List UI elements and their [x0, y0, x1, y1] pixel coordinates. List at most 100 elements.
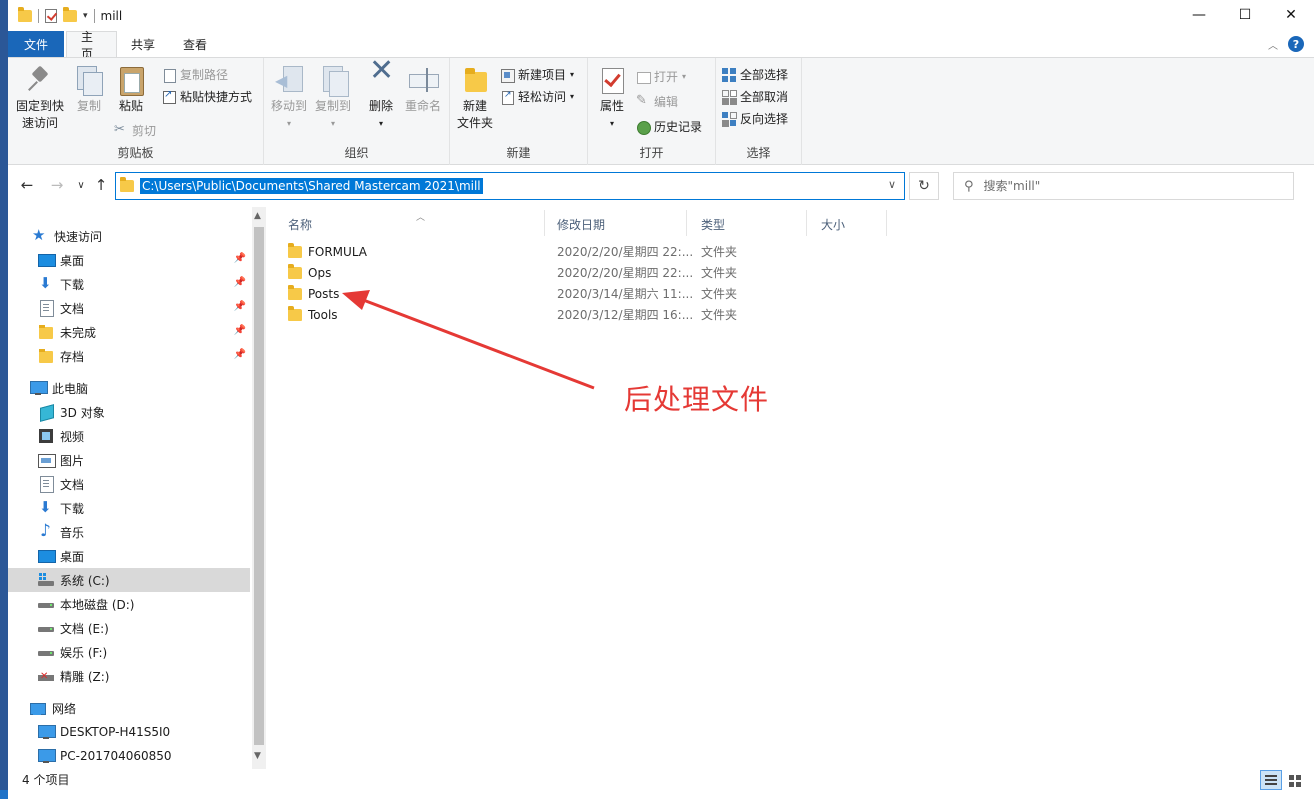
nav-qa-desktop[interactable]: 桌面 📌 — [38, 248, 250, 272]
nav-pc-music[interactable]: 音乐 — [38, 520, 250, 544]
nav-pc-downloads[interactable]: 下载 — [38, 496, 250, 520]
pin-icon[interactable]: 📌 — [234, 301, 246, 312]
tab-file[interactable]: 文件 — [8, 31, 64, 57]
paste-shortcut-label: 粘贴快捷方式 — [180, 90, 253, 104]
column-header-type[interactable]: 类型 — [689, 212, 807, 236]
minimize-ribbon-icon[interactable]: ︿ — [1268, 37, 1278, 52]
pin-icon[interactable]: 📌 — [234, 253, 246, 264]
pin-icon[interactable]: 📌 — [234, 325, 246, 336]
details-view-icon[interactable] — [1260, 770, 1282, 790]
properties-label: 属性 — [599, 99, 624, 113]
paste-shortcut-button[interactable]: 粘贴快捷方式 — [162, 88, 252, 105]
folder-icon — [38, 324, 54, 340]
navigation-bar: ← → ∨ ↑ C:\Users\Public\Documents\Shared… — [8, 166, 1314, 206]
back-button[interactable]: ← — [16, 174, 38, 196]
table-row[interactable]: Posts 2020/3/14/星期六 11:... 文件夹 — [288, 283, 758, 304]
edit-label: 编辑 — [654, 95, 679, 109]
table-row[interactable]: Tools 2020/3/12/星期四 16:... 文件夹 — [288, 304, 758, 325]
properties-button[interactable]: 属性 ▾ — [592, 64, 632, 132]
nav-pc-drive-z[interactable]: 精雕 (Z:) — [38, 664, 250, 688]
help-icon[interactable]: ? — [1288, 36, 1304, 52]
delete-button[interactable]: 删除 ▾ — [364, 62, 398, 132]
scroll-up-icon[interactable]: ▲ — [254, 211, 261, 221]
pin-quick-access-button[interactable]: 固定到快 速访问 — [14, 64, 66, 132]
move-to-icon — [273, 64, 305, 96]
tab-home[interactable]: 主页 — [66, 30, 117, 61]
column-divider[interactable] — [886, 210, 887, 236]
maximize-button[interactable]: ☐ — [1222, 0, 1268, 30]
copy-path-button[interactable]: 复制路径 — [162, 66, 228, 83]
paste-button[interactable]: 粘贴 — [112, 64, 150, 115]
column-header-name[interactable]: 名称 ︿ — [276, 212, 534, 236]
nav-pc-videos[interactable]: 视频 — [38, 424, 250, 448]
nav-qa-archive[interactable]: 存档 📌 — [38, 344, 250, 368]
nav-pc-drive-f[interactable]: 娱乐 (F:) — [38, 640, 250, 664]
search-input[interactable] — [983, 179, 1264, 193]
scroll-down-icon[interactable]: ▼ — [254, 751, 261, 761]
cut-button[interactable]: 剪切 — [114, 122, 156, 139]
nav-pc-drive-e[interactable]: 文档 (E:) — [38, 616, 250, 640]
address-bar[interactable]: C:\Users\Public\Documents\Shared Masterc… — [115, 172, 905, 200]
rename-label: 重命名 — [404, 99, 441, 113]
pin-icon[interactable]: 📌 — [234, 277, 246, 288]
document-icon — [38, 476, 54, 493]
open-button[interactable]: 打开 ▾ — [636, 68, 686, 85]
forward-button[interactable]: → — [46, 174, 68, 196]
large-icons-view-icon[interactable] — [1284, 770, 1306, 790]
easy-access-button[interactable]: 轻松访问 ▾ — [500, 88, 574, 105]
nav-pc-3d-objects[interactable]: 3D 对象 — [38, 400, 250, 424]
nav-network[interactable]: 网络 — [30, 696, 272, 720]
table-row[interactable]: Ops 2020/2/20/星期四 22:... 文件夹 — [288, 262, 758, 283]
copy-to-icon — [317, 64, 349, 97]
edit-button[interactable]: 编辑 — [636, 93, 678, 110]
nav-network-pc[interactable]: PC-201704060850 — [38, 744, 250, 768]
tab-view[interactable]: 查看 — [169, 31, 221, 57]
chevron-down-icon[interactable]: ∨ — [888, 178, 896, 191]
nav-label: 3D 对象 — [60, 405, 105, 420]
new-folder-icon[interactable] — [63, 6, 77, 22]
refresh-button[interactable]: ↻ — [909, 172, 939, 200]
close-button[interactable]: ✕ — [1268, 0, 1314, 30]
new-folder-button[interactable]: 新建 文件夹 — [454, 64, 496, 132]
history-button[interactable]: 历史记录 — [636, 118, 702, 135]
tab-share[interactable]: 共享 — [117, 31, 169, 57]
properties-icon[interactable] — [45, 8, 57, 23]
column-header-size[interactable]: 大小 — [809, 212, 889, 236]
nav-quick-access[interactable]: 快速访问 — [32, 224, 274, 248]
copy-button[interactable]: 复制 — [70, 64, 108, 115]
nav-pc-pictures[interactable]: 图片 — [38, 448, 250, 472]
nav-pc-system-c[interactable]: 系统 (C:) — [8, 568, 250, 592]
copy-to-button[interactable]: 复制到 ▾ — [312, 64, 354, 132]
nav-scrollbar-thumb[interactable] — [254, 227, 264, 745]
column-divider[interactable] — [686, 210, 687, 236]
select-all-button[interactable]: 全部选择 — [722, 66, 788, 83]
new-item-button[interactable]: 新建项目 ▾ — [500, 66, 574, 83]
invert-selection-button[interactable]: 反向选择 — [722, 110, 788, 127]
column-header-date[interactable]: 修改日期 — [545, 212, 689, 236]
nav-pc-drive-d[interactable]: 本地磁盘 (D:) — [38, 592, 250, 616]
copy-label: 复制 — [76, 99, 101, 113]
nav-qa-documents[interactable]: 文档 📌 — [38, 296, 250, 320]
select-none-button[interactable]: 全部取消 — [722, 88, 788, 105]
network-icon — [30, 700, 46, 716]
search-box[interactable]: ⚲ — [953, 172, 1294, 200]
cut-label: 剪切 — [132, 124, 157, 138]
address-path[interactable]: C:\Users\Public\Documents\Shared Masterc… — [140, 178, 483, 194]
nav-qa-downloads[interactable]: 下载 📌 — [38, 272, 250, 296]
customize-toolbar-dropdown[interactable]: ▾ — [83, 11, 88, 21]
nav-network-desktop[interactable]: DESKTOP-H41S5I0 — [38, 720, 250, 744]
nav-pc-documents[interactable]: 文档 — [38, 472, 250, 496]
recent-locations-button[interactable]: ∨ — [70, 174, 92, 196]
up-button[interactable]: ↑ — [90, 174, 112, 196]
nav-this-pc[interactable]: 此电脑 — [30, 376, 272, 400]
drive-icon — [38, 644, 54, 660]
rename-button[interactable]: 重命名 — [402, 64, 444, 115]
nav-pc-desktop[interactable]: 桌面 — [38, 544, 250, 568]
column-divider[interactable] — [806, 210, 807, 236]
minimize-button[interactable]: — — [1176, 0, 1222, 30]
pin-icon[interactable]: 📌 — [234, 349, 246, 360]
nav-qa-unfinished[interactable]: 未完成 📌 — [38, 320, 250, 344]
nav-label: 下载 — [60, 501, 85, 516]
table-row[interactable]: FORMULA 2020/2/20/星期四 22:... 文件夹 — [288, 241, 758, 262]
move-to-button[interactable]: 移动到 ▾ — [268, 64, 310, 132]
